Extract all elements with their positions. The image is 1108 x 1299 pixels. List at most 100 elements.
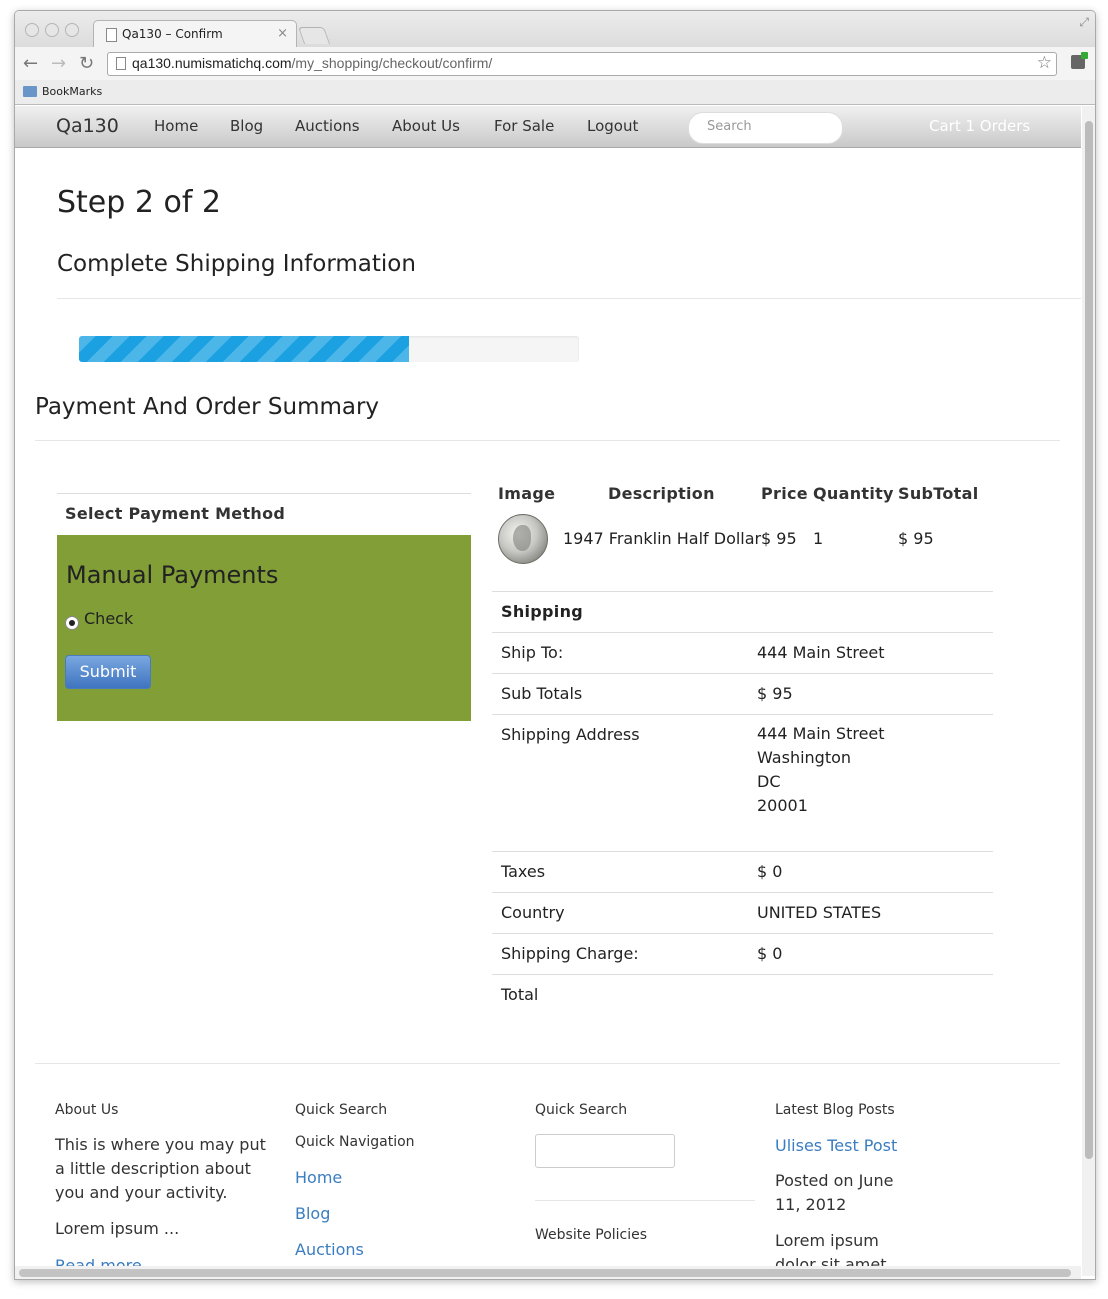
tab-close-icon[interactable]: × (277, 26, 288, 41)
browser-toolbar: ← → ↻ qa130.numismatichq.com/my_shopping… (15, 47, 1095, 80)
footer-link-auctions[interactable]: Auctions (295, 1240, 364, 1259)
bookmarks-bar: BookMarks (15, 80, 1095, 105)
search-input[interactable]: Search (688, 112, 843, 144)
summary-label: Sub Totals (501, 684, 583, 703)
divider (35, 440, 1060, 441)
column-header-price: Price (761, 484, 808, 503)
bookmark-folder[interactable]: BookMarks (42, 85, 102, 98)
nav-link-logout[interactable]: Logout (587, 117, 638, 135)
summary-value: $ 95 (757, 684, 793, 703)
summary-value: UNITED STATES (757, 903, 882, 922)
footer-about-text: This is where you may put a little descr… (55, 1135, 266, 1202)
divider (35, 1063, 1060, 1064)
blog-post-link[interactable]: Ulises Test Post (775, 1136, 897, 1155)
url-text: qa130.numismatichq.com/my_shopping/check… (132, 55, 493, 71)
site-navbar: Qa130 Home Blog Auctions About Us For Sa… (15, 106, 1081, 148)
summary-row: Total (492, 974, 993, 1015)
progress-bar-fill (79, 336, 409, 362)
fullscreen-icon[interactable]: ⤢ (1079, 15, 1089, 30)
column-header-description: Description (608, 484, 715, 503)
browser-titlebar: Qa130 – Confirm × ⤢ (15, 11, 1095, 48)
address-bar[interactable]: qa130.numismatichq.com/my_shopping/check… (107, 52, 1057, 76)
manual-payments-title: Manual Payments (66, 561, 279, 589)
item-subtotal: $ 95 (898, 529, 934, 548)
website-policies-heading: Website Policies (535, 1227, 648, 1243)
item-description: 1947 Franklin Half Dollar (563, 529, 762, 548)
nav-link-home[interactable]: Home (154, 117, 198, 135)
footer-search-input[interactable] (535, 1134, 675, 1168)
summary-row: Ship To: 444 Main Street (492, 632, 993, 673)
browser-tab[interactable]: Qa130 – Confirm × (93, 20, 297, 48)
check-radio-label[interactable]: Check (84, 609, 133, 628)
folder-icon (23, 86, 37, 97)
browser-window: Qa130 – Confirm × ⤢ ← → ↻ qa130.numismat… (14, 10, 1096, 1280)
bookmark-star-icon[interactable]: ☆ (1037, 53, 1052, 73)
summary-row: Taxes $ 0 (492, 851, 993, 892)
summary-row: Sub Totals $ 95 (492, 673, 993, 714)
address-line: 20001 (757, 796, 808, 815)
manual-payments-panel: Manual Payments Check Submit (57, 535, 471, 721)
brand-logo[interactable]: Qa130 (56, 115, 119, 137)
minimize-window-button[interactable] (45, 23, 59, 37)
summary-row: Shipping Address 444 Main Street Washing… (492, 714, 993, 851)
step-title: Step 2 of 2 (57, 185, 222, 220)
address-line: DC (757, 772, 781, 791)
vertical-scrollbar-thumb[interactable] (1085, 121, 1093, 1159)
close-window-button[interactable] (25, 23, 39, 37)
footer-link-home[interactable]: Home (295, 1168, 342, 1187)
footer-about-lorem: Lorem ipsum ... (55, 1219, 180, 1238)
search-placeholder: Search (707, 119, 752, 134)
nav-link-auctions[interactable]: Auctions (295, 117, 360, 135)
footer-quick-search-heading: Quick Search (535, 1102, 628, 1118)
column-header-quantity: Quantity (813, 484, 894, 503)
summary-value: $ 0 (757, 944, 783, 963)
horizontal-scrollbar-thumb[interactable] (19, 1269, 1071, 1277)
shipping-heading: Shipping (501, 602, 584, 621)
summary-label: Taxes (501, 862, 546, 881)
blog-post-date: Posted on June 11, 2012 (775, 1171, 894, 1214)
shipping-address-value: 444 Main Street Washington DC 20001 (757, 722, 885, 818)
progress-bar (79, 336, 579, 362)
divider (57, 493, 471, 494)
nav-link-about-us[interactable]: About Us (392, 117, 460, 135)
footer-blog-heading: Latest Blog Posts (775, 1102, 895, 1118)
submit-button[interactable]: Submit (65, 655, 151, 689)
coin-image[interactable] (498, 514, 548, 564)
new-tab-button[interactable] (297, 27, 331, 44)
reload-icon[interactable]: ↻ (79, 53, 94, 74)
summary-row: Country UNITED STATES (492, 892, 993, 933)
summary-value: 444 Main Street (757, 643, 885, 662)
summary-row: Shipping Charge: $ 0 (492, 933, 993, 974)
shipping-subtitle: Complete Shipping Information (57, 251, 416, 277)
summary-label: Total (501, 985, 539, 1004)
footer-quick-search-heading: Quick Search (295, 1102, 388, 1118)
page-icon (116, 57, 126, 70)
check-radio[interactable] (65, 616, 79, 630)
zoom-window-button[interactable] (65, 23, 79, 37)
summary-label: Shipping Address (501, 725, 640, 744)
summary-row: Shipping (492, 591, 993, 632)
nav-link-blog[interactable]: Blog (230, 117, 263, 135)
column-header-image: Image (498, 484, 556, 503)
cart-orders-link[interactable]: Cart 1 Orders (929, 117, 1030, 135)
footer-link-blog[interactable]: Blog (295, 1204, 330, 1223)
address-line: 444 Main Street (757, 724, 885, 743)
summary-label: Country (501, 903, 565, 922)
forward-arrow-icon[interactable]: → (51, 53, 66, 74)
extension-icon[interactable] (1071, 52, 1088, 69)
item-price: $ 95 (761, 529, 797, 548)
back-arrow-icon[interactable]: ← (23, 53, 38, 74)
summary-label: Shipping Charge: (501, 944, 639, 963)
summary-title: Payment And Order Summary (35, 394, 380, 420)
summary-value: $ 0 (757, 862, 783, 881)
summary-label: Ship To: (501, 643, 564, 662)
address-line: Washington (757, 748, 852, 767)
footer-quick-navigation-heading: Quick Navigation (295, 1134, 415, 1150)
tab-title: Qa130 – Confirm (122, 27, 223, 41)
page-icon (106, 28, 117, 42)
divider (57, 298, 1081, 299)
nav-link-for-sale[interactable]: For Sale (494, 117, 554, 135)
payment-method-heading: Select Payment Method (65, 504, 286, 523)
footer-about-heading: About Us (55, 1102, 119, 1118)
item-quantity: 1 (813, 529, 824, 548)
